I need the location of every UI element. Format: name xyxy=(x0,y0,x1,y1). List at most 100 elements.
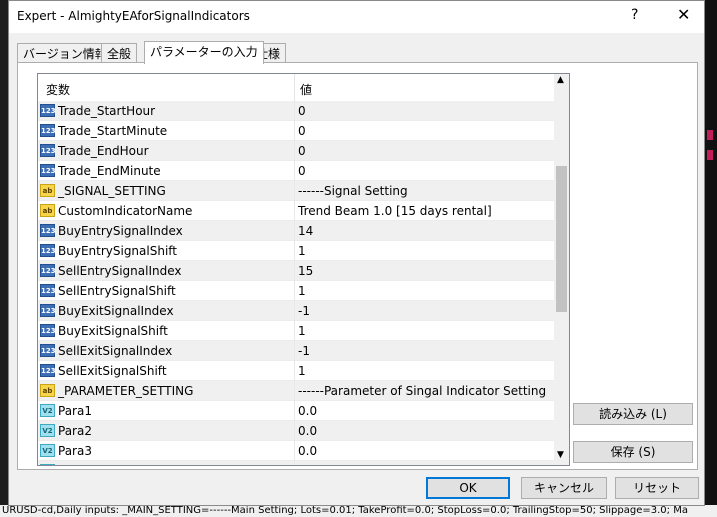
int-type-icon: 123 xyxy=(40,164,56,177)
double-type-icon: V2 xyxy=(40,424,55,437)
parameter-row[interactable]: 123 Trade_EndHour 0 xyxy=(38,141,554,161)
int-type-icon: 123 xyxy=(40,304,56,317)
parameter-grid[interactable]: 変数 値 123 Trade_StartHour 0 123 Trade_StartMi… xyxy=(37,73,570,466)
parameter-name: BuyExitSignalShift xyxy=(58,324,168,338)
string-type-icon: ab xyxy=(40,204,55,217)
background-status-line: URUSD-cd,Daily inputs: _MAIN_SETTING=---… xyxy=(0,505,717,517)
title-bar[interactable]: Expert - AlmightyEAforSignalIndicators ?… xyxy=(9,1,704,33)
column-header-variable[interactable]: 変数 xyxy=(46,81,70,98)
parameter-row[interactable]: 123 BuyExitSignalIndex -1 xyxy=(38,301,554,321)
parameter-value[interactable]: Trend Beam 1.0 [15 days rental] xyxy=(298,204,492,218)
parameter-value[interactable]: 0 xyxy=(298,144,306,158)
parameter-name: CustomIndicatorName xyxy=(58,204,193,218)
vertical-scrollbar[interactable]: ▲ ▼ xyxy=(554,74,569,465)
parameter-row[interactable]: V2 Para2 0.0 xyxy=(38,421,554,441)
parameter-row[interactable]: 123 SellEntrySignalShift 1 xyxy=(38,281,554,301)
parameter-rows: 123 Trade_StartHour 0 123 Trade_StartMinute 0… xyxy=(38,101,554,465)
background-chart-left xyxy=(0,0,8,517)
parameter-value[interactable]: 0.0 xyxy=(298,404,317,418)
parameter-value[interactable]: 0 xyxy=(298,164,306,178)
save-button[interactable]: 保存 (S) xyxy=(573,441,693,463)
string-type-icon: ab xyxy=(40,384,55,397)
tab-input-parameters[interactable]: パラメーターの入力 xyxy=(144,41,264,64)
parameter-row[interactable]: 123 Trade_StartMinute 0 xyxy=(38,121,554,141)
parameter-name: BuyExitSignalIndex xyxy=(58,304,174,318)
int-type-icon: 123 xyxy=(40,264,56,277)
parameter-value[interactable]: 0.0 xyxy=(298,464,317,465)
parameter-name: BuyEntrySignalShift xyxy=(58,244,178,258)
help-button[interactable]: ? xyxy=(631,7,638,23)
parameter-name: Trade_StartHour xyxy=(58,104,156,118)
double-type-icon: V2 xyxy=(40,444,55,457)
chart-candle xyxy=(707,150,713,160)
parameter-name: Para1 xyxy=(58,404,92,418)
parameter-row[interactable]: 123 SellEntrySignalIndex 15 xyxy=(38,261,554,281)
int-type-icon: 123 xyxy=(40,344,56,357)
parameter-name: Para3 xyxy=(58,444,92,458)
ok-button[interactable]: OK xyxy=(426,477,510,499)
parameter-row[interactable]: 123 BuyExitSignalShift 1 xyxy=(38,321,554,341)
parameter-row[interactable]: 123 Trade_EndMinute 0 xyxy=(38,161,554,181)
int-type-icon: 123 xyxy=(40,144,56,157)
double-type-icon: V2 xyxy=(40,464,55,465)
scrollbar-thumb[interactable] xyxy=(556,166,567,312)
parameter-value[interactable]: 0.0 xyxy=(298,424,317,438)
parameter-value[interactable]: 1 xyxy=(298,284,306,298)
parameter-name: _PARAMETER_SETTING xyxy=(58,384,194,398)
parameter-row[interactable]: 123 Trade_StartHour 0 xyxy=(38,101,554,121)
expert-properties-dialog: Expert - AlmightyEAforSignalIndicators ?… xyxy=(8,0,705,506)
double-type-icon: V2 xyxy=(40,404,55,417)
int-type-icon: 123 xyxy=(40,324,56,337)
int-type-icon: 123 xyxy=(40,104,56,117)
int-type-icon: 123 xyxy=(40,284,56,297)
parameter-row[interactable]: ab _PARAMETER_SETTING ------Parameter of S… xyxy=(38,381,554,401)
parameter-row[interactable]: 123 BuyEntrySignalShift 1 xyxy=(38,241,554,261)
scroll-up-arrow-icon[interactable]: ▲ xyxy=(557,75,564,85)
int-type-icon: 123 xyxy=(40,244,56,257)
reset-button[interactable]: リセット xyxy=(615,477,699,499)
tab-panel: 変数 値 123 Trade_StartHour 0 123 Trade_StartMi… xyxy=(17,62,698,470)
parameter-value[interactable]: 1 xyxy=(298,364,306,378)
grid-header: 変数 値 xyxy=(38,74,554,102)
chart-candle xyxy=(707,130,713,140)
parameter-row[interactable]: V2Para4 0.0 xyxy=(38,461,554,465)
tab-general[interactable]: 全般 xyxy=(101,43,138,63)
parameter-name: _SIGNAL_SETTING xyxy=(58,184,166,198)
parameter-value[interactable]: 1 xyxy=(298,244,306,258)
parameter-row[interactable]: ab _SIGNAL_SETTING ------Signal Setting xyxy=(38,181,554,201)
parameter-value[interactable]: 0.0 xyxy=(298,444,317,458)
parameter-name: SellExitSignalIndex xyxy=(58,344,173,358)
parameter-row[interactable]: V2 Para1 0.0 xyxy=(38,401,554,421)
tab-version-info[interactable]: バージョン情報 xyxy=(17,43,113,63)
int-type-icon: 123 xyxy=(40,124,56,137)
parameter-name: Trade_EndMinute xyxy=(58,164,161,178)
parameter-row[interactable]: 123 SellExitSignalShift 1 xyxy=(38,361,554,381)
cancel-button[interactable]: キャンセル xyxy=(521,477,607,499)
column-header-value[interactable]: 値 xyxy=(300,81,312,98)
parameter-name: SellEntrySignalShift xyxy=(58,284,176,298)
parameter-value[interactable]: -1 xyxy=(298,344,310,358)
parameter-value[interactable]: 0 xyxy=(298,104,306,118)
parameter-name: Trade_StartMinute xyxy=(58,124,168,138)
window-title: Expert - AlmightyEAforSignalIndicators xyxy=(17,9,250,23)
parameter-row[interactable]: V2 Para3 0.0 xyxy=(38,441,554,461)
load-button[interactable]: 読み込み (L) xyxy=(573,403,693,425)
parameter-value[interactable]: 15 xyxy=(298,264,313,278)
parameter-value[interactable]: 14 xyxy=(298,224,313,238)
parameter-row[interactable]: 123 SellExitSignalIndex -1 xyxy=(38,341,554,361)
parameter-value[interactable]: 1 xyxy=(298,324,306,338)
parameter-name: BuyEntrySignalIndex xyxy=(58,224,183,238)
parameter-value[interactable]: ------Parameter of Singal Indicator Sett… xyxy=(298,384,546,398)
parameter-row[interactable]: ab CustomIndicatorName Trend Beam 1.0 [15 … xyxy=(38,201,554,221)
parameter-name: Para2 xyxy=(58,424,92,438)
parameter-value[interactable]: -1 xyxy=(298,304,310,318)
scroll-down-arrow-icon[interactable]: ▼ xyxy=(557,450,564,460)
parameter-row[interactable]: 123 BuyEntrySignalIndex 14 xyxy=(38,221,554,241)
close-button[interactable]: ✕ xyxy=(677,5,690,24)
parameter-name: SellExitSignalShift xyxy=(58,364,167,378)
parameter-name: Trade_EndHour xyxy=(58,144,149,158)
background-chart-right xyxy=(703,0,717,517)
parameter-value[interactable]: 0 xyxy=(298,124,306,138)
parameter-value[interactable]: ------Signal Setting xyxy=(298,184,408,198)
parameter-name: Para4 xyxy=(58,464,92,465)
